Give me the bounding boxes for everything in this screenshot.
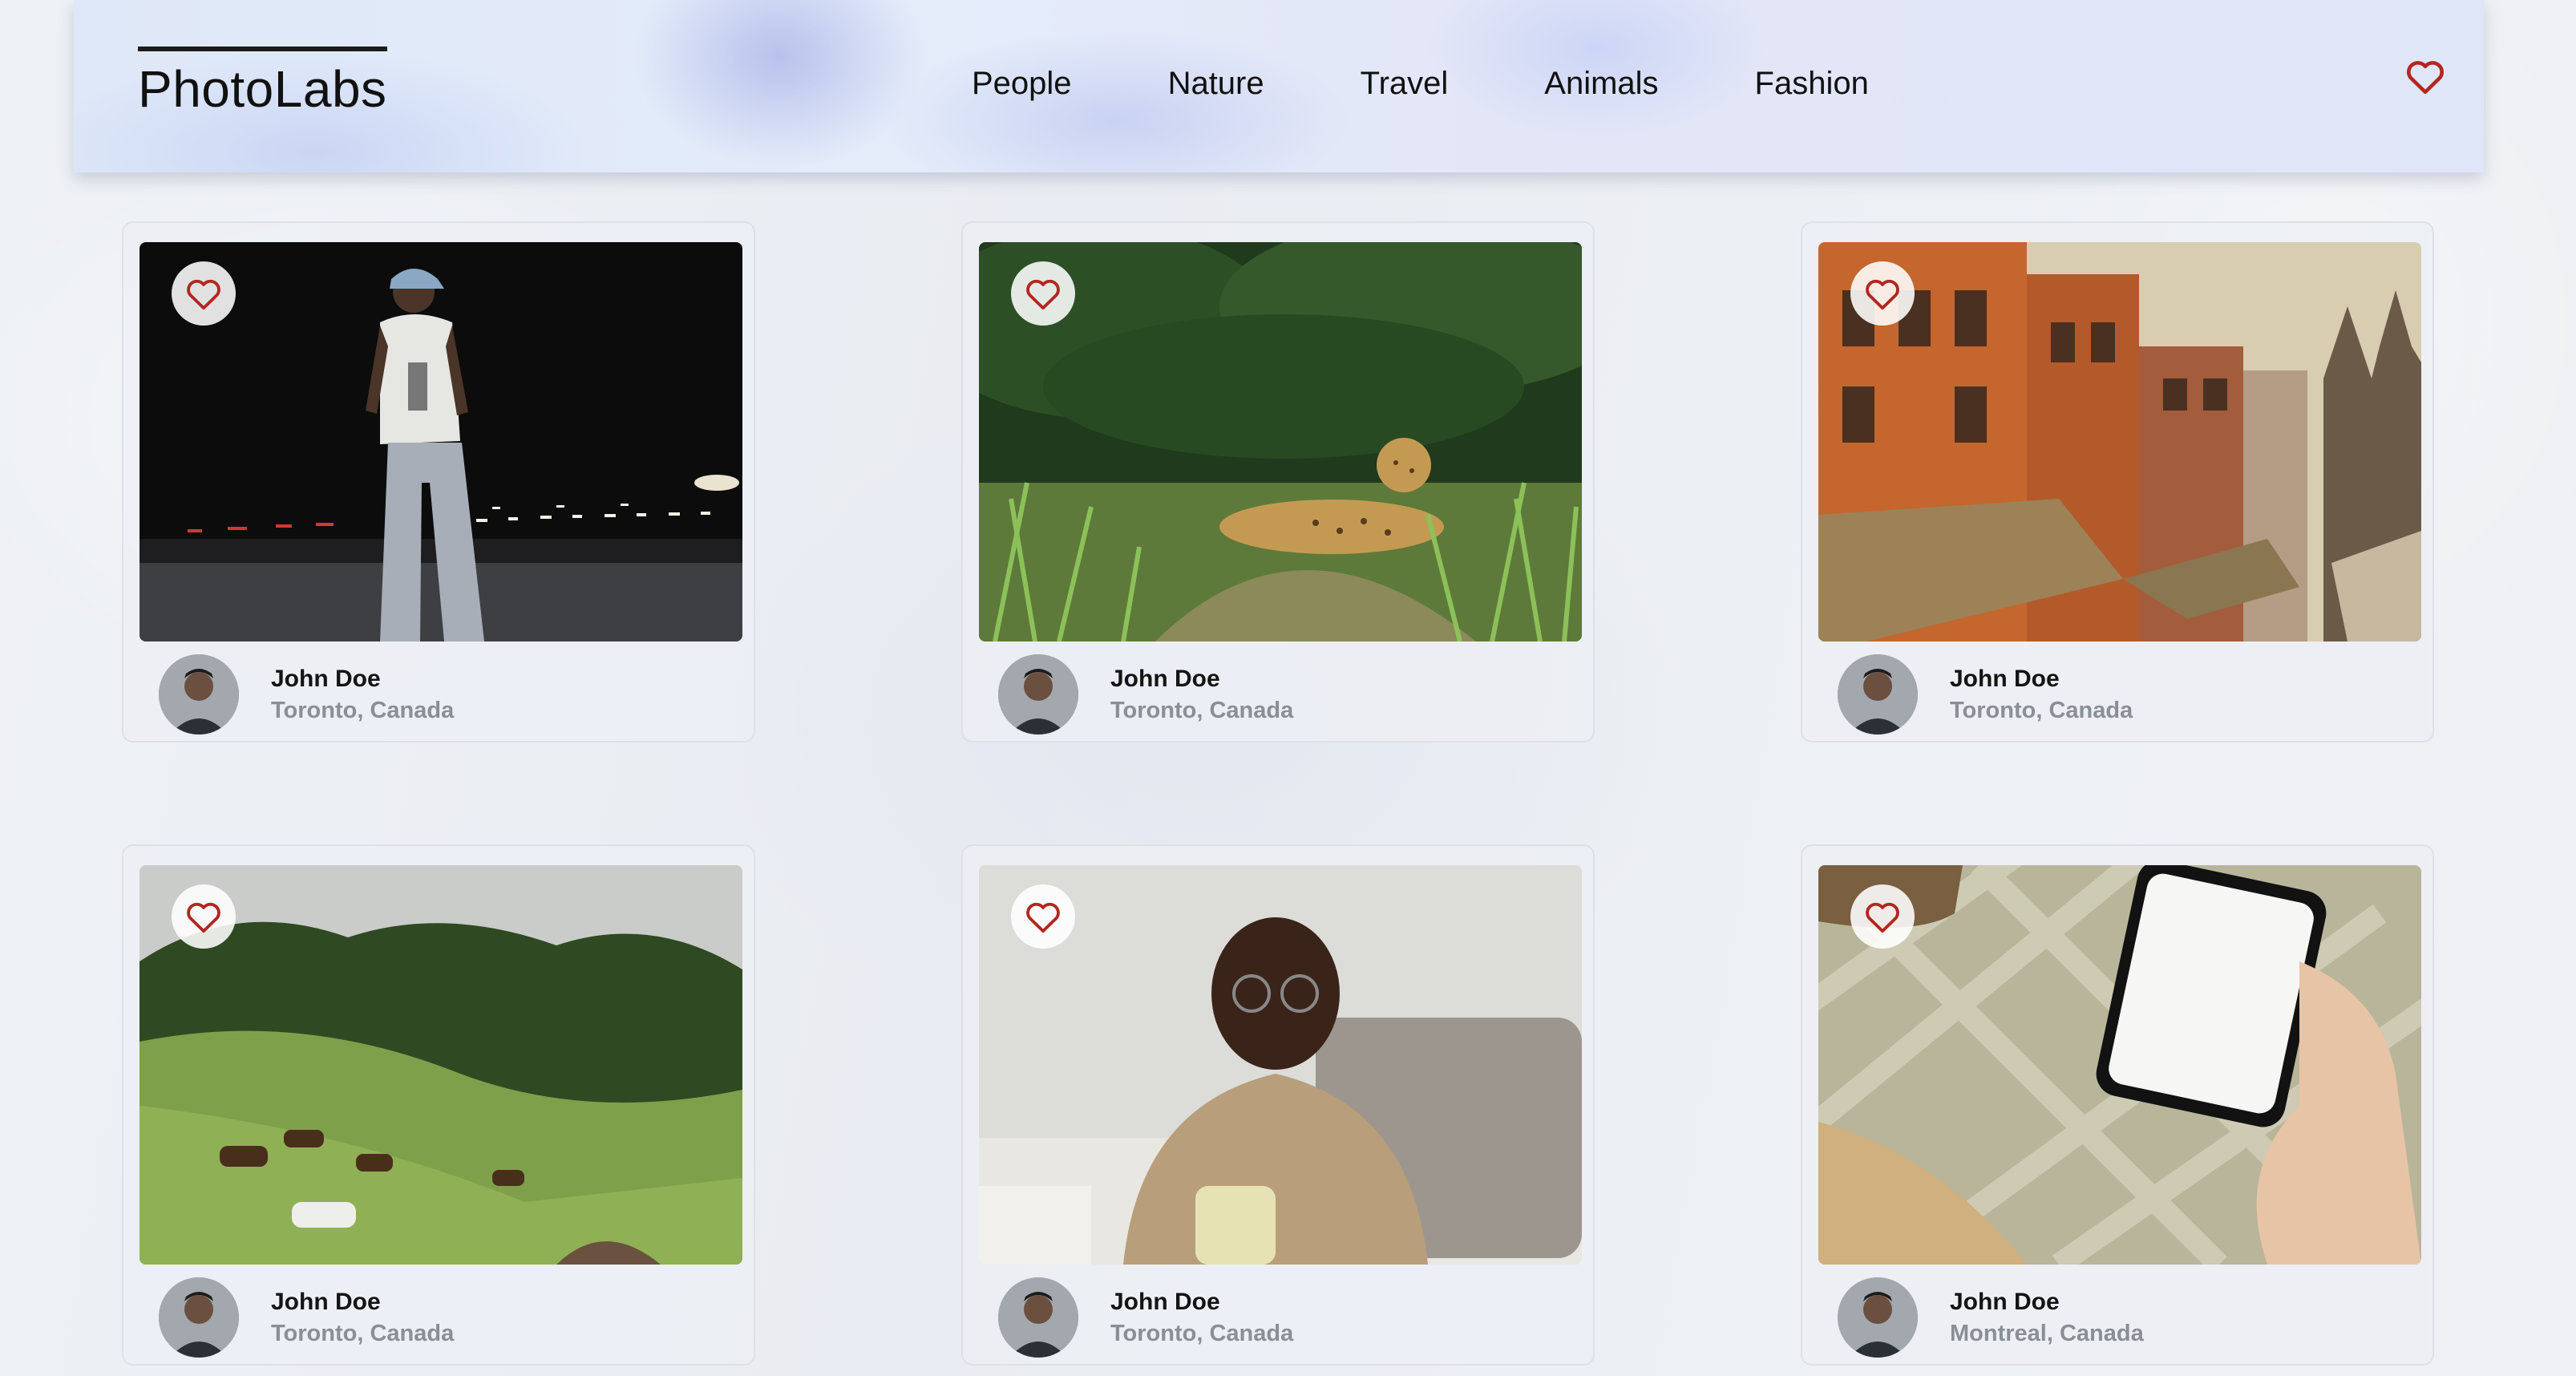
- photo-jaguar-in-grass[interactable]: [979, 242, 1582, 641]
- photographer-location: Montreal, Canada: [1950, 1321, 2144, 1346]
- photographer-name: John Doe: [1110, 1289, 1220, 1315]
- photo-card[interactable]: John Doe Toronto, Canada: [961, 844, 1595, 1366]
- photo-hand-holding-phone[interactable]: [1818, 865, 2421, 1265]
- heart-icon: [1866, 279, 1899, 310]
- like-button[interactable]: [172, 884, 236, 949]
- photo-card[interactable]: John Doe Toronto, Canada: [122, 844, 755, 1366]
- photographer-location: Toronto, Canada: [1110, 698, 1294, 723]
- photographer-name: John Doe: [1950, 1289, 2060, 1315]
- nav-item-people[interactable]: People: [972, 66, 1072, 102]
- avatar: [159, 1277, 239, 1358]
- heart-icon: [1866, 902, 1899, 933]
- photo-card[interactable]: John Doe Toronto, Canada: [122, 221, 755, 743]
- heart-icon: [1026, 902, 1060, 933]
- nav-item-fashion[interactable]: Fashion: [1755, 66, 1869, 102]
- nav-item-travel[interactable]: Travel: [1361, 66, 1449, 102]
- nav-item-nature[interactable]: Nature: [1168, 66, 1264, 102]
- heart-icon: [187, 279, 220, 310]
- photographer-location: Toronto, Canada: [271, 698, 455, 723]
- avatar: [998, 1277, 1078, 1358]
- like-button[interactable]: [172, 261, 236, 326]
- photographer-name: John Doe: [1110, 666, 1220, 692]
- photographer-location: Toronto, Canada: [1110, 1321, 1294, 1346]
- top-navigation-bar: PhotoLabs People Nature Travel Animals F…: [74, 0, 2484, 172]
- photographer-location: Toronto, Canada: [271, 1321, 455, 1346]
- heart-icon: [187, 902, 220, 933]
- like-button[interactable]: [1011, 884, 1075, 949]
- avatar: [1838, 1277, 1918, 1358]
- favorites-heart-icon[interactable]: [2405, 58, 2445, 95]
- like-button[interactable]: [1850, 261, 1915, 326]
- topic-nav: People Nature Travel Animals Fashion: [972, 66, 1869, 102]
- photographer-name: John Doe: [271, 1289, 381, 1315]
- heart-icon: [1026, 279, 1060, 310]
- avatar: [1838, 654, 1918, 735]
- avatar: [998, 654, 1078, 735]
- photographer-name: John Doe: [271, 666, 381, 692]
- photo-smiling-man-with-mug[interactable]: [979, 865, 1582, 1265]
- photo-card[interactable]: John Doe Montreal, Canada: [1801, 844, 2434, 1366]
- photo-city-buildings[interactable]: [1818, 242, 2421, 641]
- photo-horses-grazing[interactable]: [140, 865, 742, 1265]
- avatar: [159, 654, 239, 735]
- photographer-name: John Doe: [1950, 666, 2060, 692]
- photo-person-night-street[interactable]: [140, 242, 742, 641]
- photo-card[interactable]: John Doe Toronto, Canada: [1801, 221, 2434, 743]
- app-logo[interactable]: PhotoLabs: [138, 47, 387, 119]
- like-button[interactable]: [1011, 261, 1075, 326]
- like-button[interactable]: [1850, 884, 1915, 949]
- photo-card[interactable]: John Doe Toronto, Canada: [961, 221, 1595, 743]
- photographer-location: Toronto, Canada: [1950, 698, 2133, 723]
- nav-item-animals[interactable]: Animals: [1544, 66, 1658, 102]
